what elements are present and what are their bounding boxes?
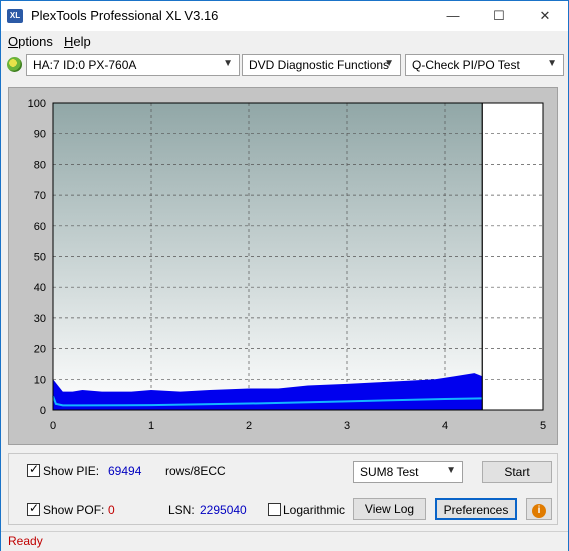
start-button[interactable]: Start (482, 461, 552, 483)
sum8-test-select-value: SUM8 Test (360, 465, 419, 479)
maximize-button[interactable]: ☐ (476, 1, 522, 31)
y-tick-label: 0 (40, 405, 46, 417)
x-tick-label: 4 (442, 420, 448, 432)
show-pof-label: Show POF: (43, 503, 105, 517)
lsn-value: 2295040 (200, 503, 247, 517)
rows-label: rows/8ECC (165, 464, 226, 478)
show-pie-checkbox[interactable]: ✓ (27, 462, 40, 477)
function-select-value: DVD Diagnostic Functions (249, 58, 390, 72)
preferences-button-label: Preferences (443, 503, 509, 517)
y-tick-label: 50 (34, 252, 46, 264)
test-type-select-value: Q-Check PI/PO Test (412, 58, 520, 72)
menu-bar: Options Help (1, 31, 568, 51)
drive-select-value: HA:7 ID:0 PX-760A (33, 58, 137, 72)
y-tick-label: 60 (34, 221, 46, 233)
info-button[interactable]: i (526, 498, 552, 520)
status-text: Ready (8, 534, 43, 548)
info-icon: i (532, 504, 546, 518)
x-tick-label: 5 (540, 420, 546, 432)
lsn-label: LSN: (168, 503, 195, 517)
controls-panel: ✓ Show PIE: 69494 rows/8ECC ✓ Show POF: … (8, 453, 558, 525)
view-log-button[interactable]: View Log (353, 498, 426, 520)
y-tick-label: 100 (28, 98, 46, 110)
app-logo-icon: XL (7, 9, 23, 23)
chevron-down-icon: ▼ (223, 58, 233, 69)
window-title: PlexTools Professional XL V3.16 (31, 8, 219, 23)
chevron-down-icon: ▼ (384, 58, 394, 69)
x-tick-label: 3 (344, 420, 350, 432)
menu-help[interactable]: Help (64, 34, 91, 49)
x-tick-label: 0 (50, 420, 56, 432)
start-button-label: Start (504, 465, 530, 479)
drive-select[interactable]: HA:7 ID:0 PX-760A ▼ (26, 54, 240, 76)
y-tick-label: 70 (34, 190, 46, 202)
y-tick-label: 90 (34, 129, 46, 141)
sum8-test-select[interactable]: SUM8 Test ▼ (353, 461, 463, 483)
function-select[interactable]: DVD Diagnostic Functions ▼ (242, 54, 401, 76)
y-tick-label: 30 (34, 313, 46, 325)
logarithmic-label: Logarithmic (283, 503, 346, 517)
test-type-select[interactable]: Q-Check PI/PO Test ▼ (405, 54, 564, 76)
disc-drive-icon (7, 57, 22, 72)
app-window: XL PlexTools Professional XL V3.16 — ☐ ✕… (0, 0, 569, 551)
show-pof-checkbox[interactable]: ✓ (27, 501, 40, 516)
logarithmic-checkbox[interactable] (268, 503, 281, 516)
y-tick-label: 80 (34, 159, 46, 171)
preferences-button[interactable]: Preferences (435, 498, 517, 520)
show-pie-label: Show PIE: (43, 464, 100, 478)
chart-panel: 0 10 20 30 40 50 60 70 80 90 100 0 1 2 3 4 5 (8, 87, 558, 445)
check-icon: ✓ (29, 462, 40, 476)
title-bar: XL PlexTools Professional XL V3.16 — ☐ ✕ (1, 1, 568, 31)
x-tick-label: 2 (246, 420, 252, 432)
pie-chart: 0 10 20 30 40 50 60 70 80 90 100 0 1 2 3 4 5 (28, 98, 546, 432)
y-tick-label: 40 (34, 282, 46, 294)
view-log-button-label: View Log (364, 502, 415, 516)
status-bar: Ready (1, 531, 568, 551)
close-button[interactable]: ✕ (522, 1, 568, 31)
y-tick-label: 20 (34, 344, 46, 356)
y-tick-label: 10 (34, 374, 46, 386)
minimize-button[interactable]: — (430, 1, 476, 31)
chevron-down-icon: ▼ (547, 58, 557, 69)
x-tick-label: 1 (148, 420, 154, 432)
pie-value: 69494 (108, 464, 142, 478)
pof-value: 0 (108, 503, 115, 517)
menu-options[interactable]: Options (8, 34, 53, 49)
check-icon: ✓ (29, 501, 40, 515)
chevron-down-icon: ▼ (446, 465, 456, 476)
